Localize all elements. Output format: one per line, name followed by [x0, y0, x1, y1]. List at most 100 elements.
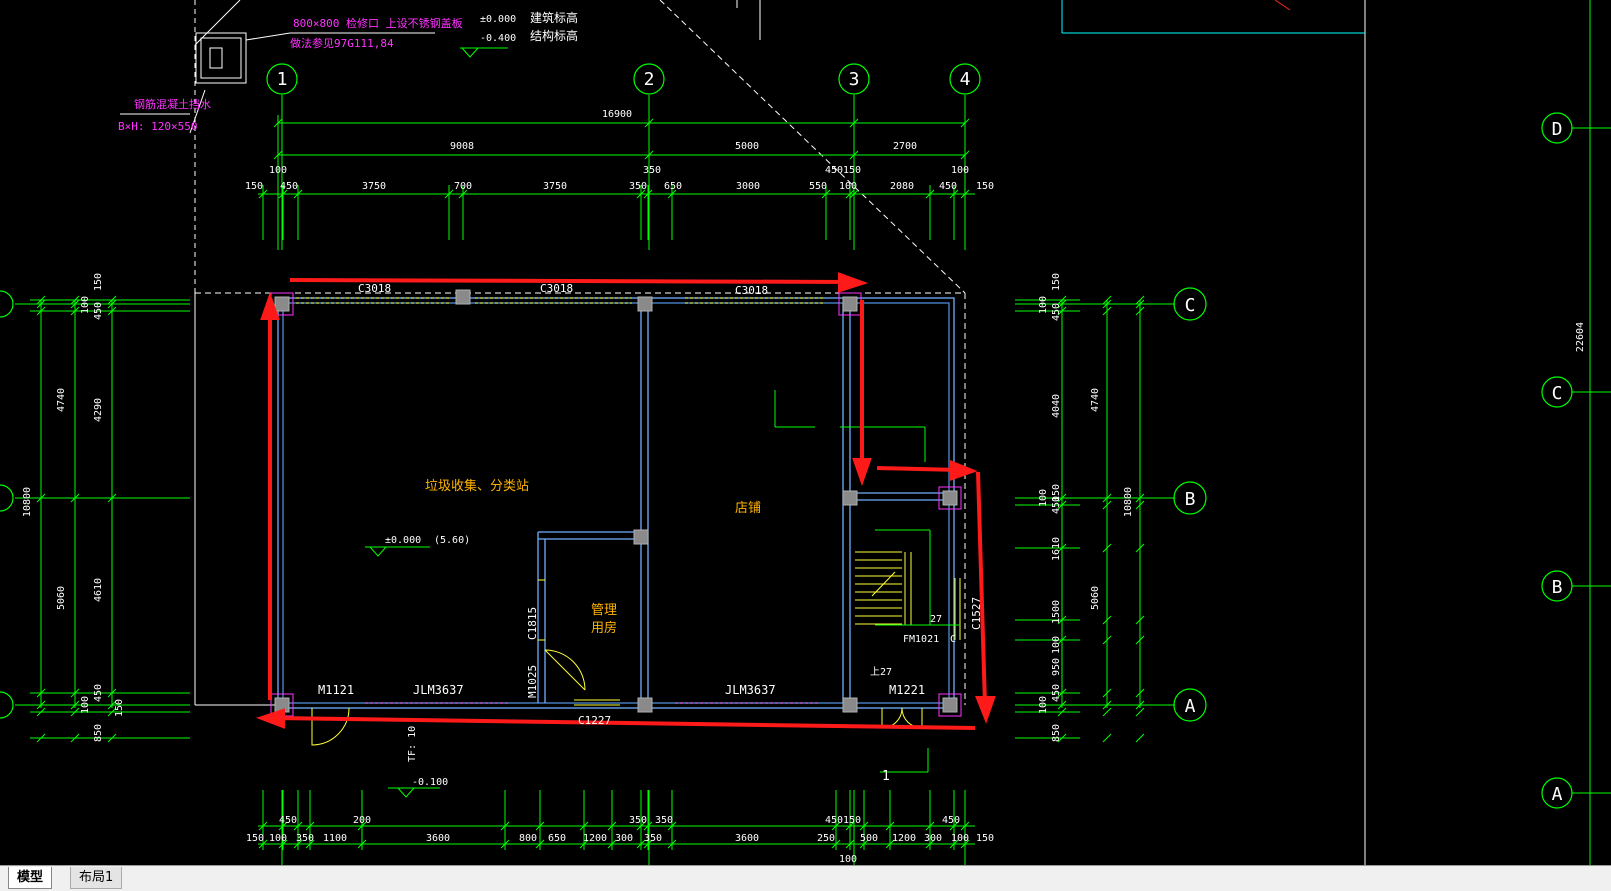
- tag-stair-c: C: [950, 634, 956, 645]
- axis-label-A: A: [1185, 696, 1196, 717]
- dim-text: 350: [655, 815, 673, 826]
- dim-text: 16900: [602, 109, 632, 120]
- dim-text: 350: [296, 833, 314, 844]
- stair-lines: [774, 390, 960, 773]
- tag-c1527: C1527: [970, 597, 983, 630]
- outside-level: -0.100: [412, 777, 448, 788]
- tag-section: 1: [882, 769, 890, 784]
- axis-label-1: 1: [277, 69, 288, 90]
- tag-c3: C3018: [735, 284, 768, 297]
- dim-text: 4740: [56, 388, 67, 412]
- dim-text: 4290: [93, 398, 104, 422]
- dim-text: 100: [1038, 489, 1049, 507]
- dim-text: 850: [93, 724, 104, 742]
- column-0: [274, 296, 290, 312]
- dim-text: 550: [809, 181, 827, 192]
- dim-text: 1500: [1051, 600, 1062, 624]
- column-5: [842, 697, 858, 713]
- cad-drawing-canvas[interactable]: 1234CBADCBA 16900 9008 5000 2700 100 350 45015…: [0, 0, 1611, 865]
- axis-lines: [15, 95, 1611, 865]
- dim-text: 150: [976, 833, 994, 844]
- tag-stair-27: 27: [930, 614, 942, 625]
- dim-text: 100: [839, 181, 857, 192]
- dim-text: 650: [664, 181, 682, 192]
- tag-c1227: C1227: [578, 714, 611, 727]
- dim-text: 350: [629, 815, 647, 826]
- dim-text: 150: [1051, 484, 1062, 502]
- note-top-ref: 做法参见97G111,84: [290, 36, 394, 50]
- dim-text: 450: [1051, 303, 1062, 321]
- dim-text: 5000: [735, 141, 759, 152]
- dim-text: 250: [817, 833, 835, 844]
- dim-text: 850: [1051, 724, 1062, 742]
- tab-layout1[interactable]: 布局1: [70, 867, 123, 889]
- far-axis-label-C: C: [1552, 383, 1563, 404]
- axis-label-2: 2: [644, 69, 655, 90]
- axis-bubbles: 1 2 3 4 C B A D C B A: [0, 63, 1573, 809]
- dim-text: 450: [93, 302, 104, 320]
- dim-text: 100: [839, 854, 857, 865]
- note-level-2-label: 结构标高: [530, 28, 578, 43]
- dim-text: 800: [519, 833, 537, 844]
- tag-jlm1: JLM3637: [413, 683, 464, 697]
- dim-text: 3600: [426, 833, 450, 844]
- axis-label-3: 3: [849, 69, 860, 90]
- axis-label-C: C: [1185, 295, 1196, 316]
- dim-text: 1100: [323, 833, 347, 844]
- dim-text: 100: [1051, 636, 1062, 654]
- dim-text: 3750: [362, 181, 386, 192]
- room-label-mgmt-1: 管理: [591, 603, 617, 618]
- floor-plan-svg[interactable]: 1 2 3 4CBADCBA 169009008 5000 2700100 350 45015…: [0, 0, 1611, 865]
- dimension-texts: 169009008 5000 2700100 350 450150 100150 450 37…: [22, 109, 1586, 865]
- dim-text: 2080: [890, 181, 914, 192]
- tab-model[interactable]: 模型: [8, 867, 53, 889]
- tag-door-right: M1221: [889, 683, 925, 697]
- far-axis-label-B: B: [1552, 577, 1563, 598]
- column-8: [942, 490, 958, 506]
- dim-text: 100: [1038, 696, 1049, 714]
- dim-text: 3600: [735, 833, 759, 844]
- dim-text: 3000: [736, 181, 760, 192]
- note-level-1-label: 建筑标高: [530, 10, 578, 25]
- red-route-arrows: [256, 272, 996, 730]
- room-label-shop: 店铺: [735, 501, 761, 516]
- room-label-mgmt-2: 用房: [591, 620, 617, 636]
- dim-text: 5060: [1090, 586, 1101, 610]
- axis-label-B: B: [1185, 489, 1196, 510]
- dim-text: 450: [279, 815, 297, 826]
- note-level-2: -0.400: [480, 33, 516, 44]
- dim-text: 1200: [583, 833, 607, 844]
- far-axis-label-D: D: [1552, 119, 1563, 140]
- dim-text: 4610: [93, 578, 104, 602]
- far-axis-label-A: A: [1552, 784, 1563, 805]
- dim-text: 450150: [825, 815, 861, 826]
- note-level-1: ±0.000: [480, 14, 516, 25]
- dim-text: 100: [1038, 296, 1049, 314]
- dim-text: 450: [942, 815, 960, 826]
- room-level-extra: (5.60): [434, 535, 470, 546]
- dimension-lines: [40, 0, 1591, 865]
- tag-c1: C3018: [358, 282, 391, 295]
- dim-text: 450150: [825, 165, 861, 176]
- dim-text: 10800: [22, 487, 33, 517]
- dim-text: 4740: [1090, 388, 1101, 412]
- column-6: [942, 697, 958, 713]
- dim-text: 22604: [1575, 322, 1586, 352]
- columns: [274, 289, 958, 713]
- layout-tab-bar: 模型 布局1: [0, 865, 1611, 891]
- dim-text: 350: [644, 833, 662, 844]
- room-label-collection: 垃圾收集、分类站: [425, 478, 529, 494]
- dim-text: 950: [1051, 658, 1062, 676]
- annotation-texts: 800×800 检修口 上设不锈钢盖板 做法参见97G111,84 钢筋混凝土挡…: [118, 10, 578, 133]
- tag-c2: C3018: [540, 282, 573, 295]
- dim-text: 300: [615, 833, 633, 844]
- tag-m1025: M1025: [526, 665, 539, 698]
- dim-text: 1610: [1051, 537, 1062, 561]
- dim-text: 1200: [892, 833, 916, 844]
- dim-text: 4040: [1051, 394, 1062, 418]
- dim-text: 2700: [893, 141, 917, 152]
- dim-text: 350: [643, 165, 661, 176]
- dim-text: 450: [280, 181, 298, 192]
- dim-text: 150: [976, 181, 994, 192]
- tag-tf: TF: 10: [407, 726, 418, 762]
